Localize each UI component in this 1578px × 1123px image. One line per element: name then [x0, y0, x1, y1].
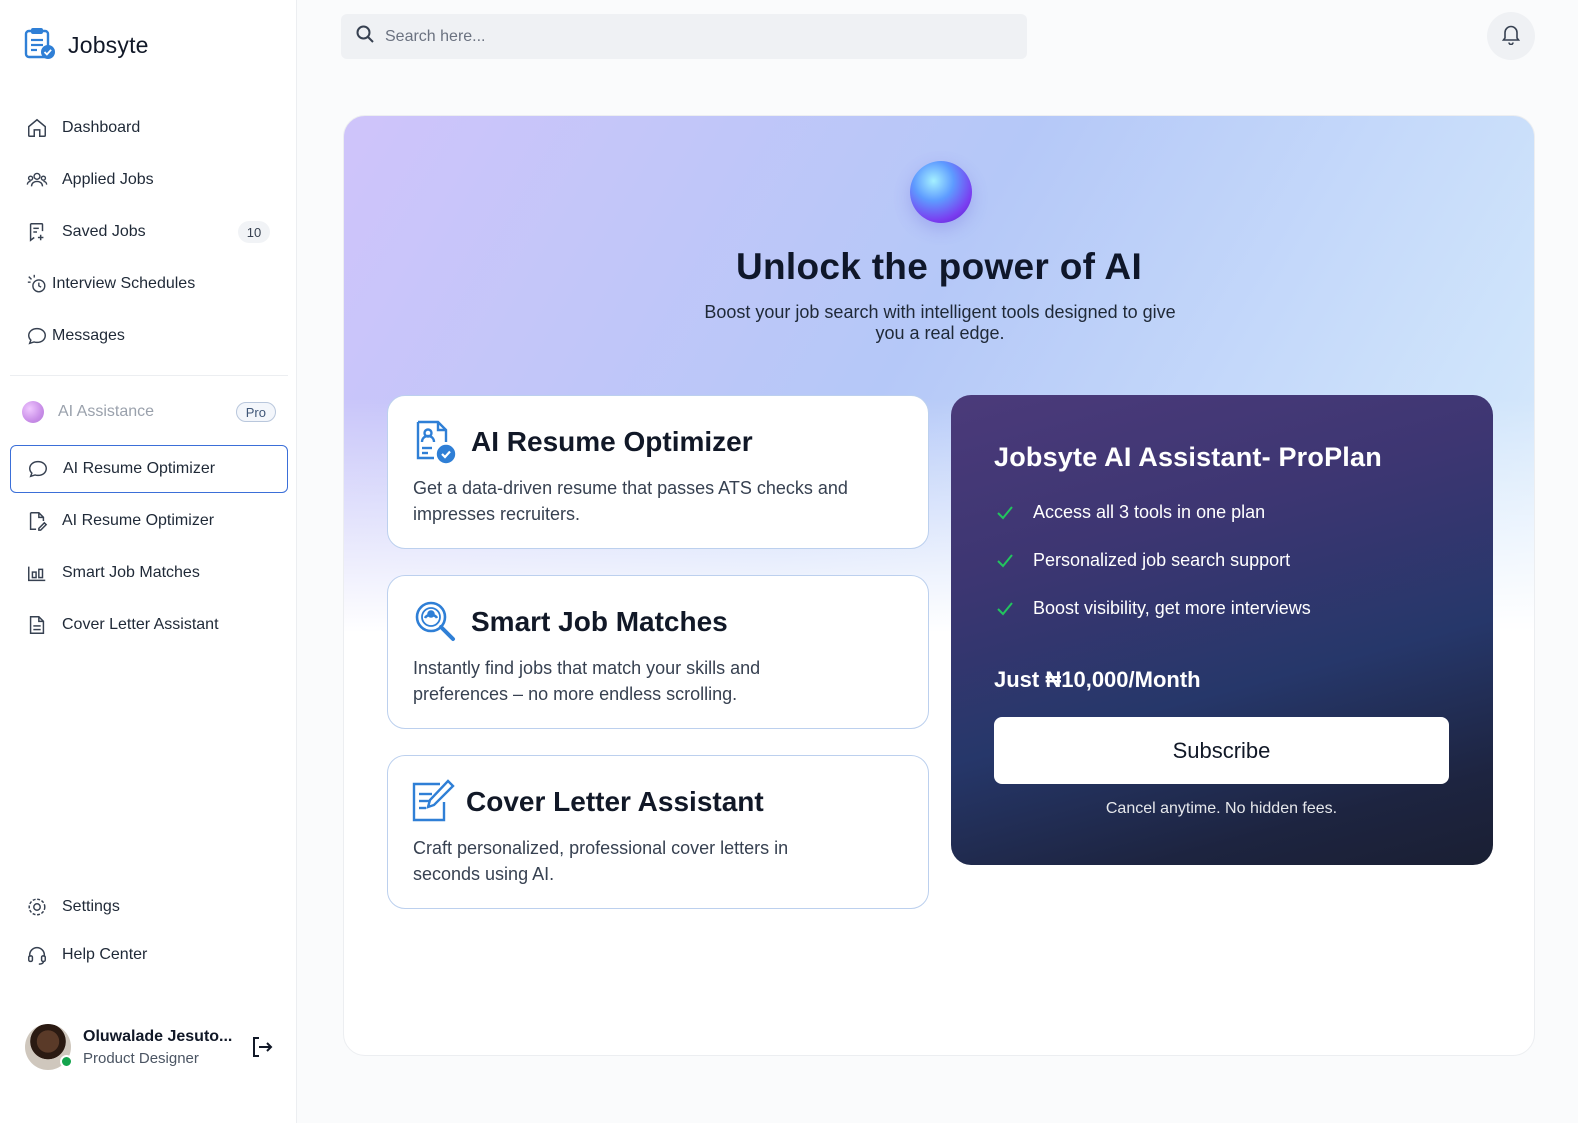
hero-subtitle: Boost your job search with intelligent t… — [704, 302, 1176, 343]
ai-upsell-panel: Unlock the power of AI Boost your job se… — [343, 115, 1535, 1056]
chart-icon — [26, 562, 48, 584]
sidebar-item-cover-letter-assistant[interactable]: Cover Letter Assistant — [10, 601, 288, 649]
sidebar-item-applied-jobs[interactable]: Applied Jobs — [10, 156, 288, 204]
plan-fine-print: Cancel anytime. No hidden fees. — [1105, 800, 1338, 817]
notifications-button[interactable] — [1487, 12, 1535, 60]
feature-title: Smart Job Matches — [471, 606, 728, 637]
sidebar-item-label: Saved Jobs — [62, 223, 146, 240]
sidebar-item-help-center[interactable]: Help Center — [10, 931, 288, 979]
bookmark-plus-icon — [26, 221, 48, 243]
search-bar[interactable] — [341, 14, 1027, 59]
chat-icon — [26, 325, 48, 347]
search-icon — [355, 24, 375, 49]
feature-description: Instantly find jobs that match your skil… — [413, 658, 761, 704]
app-name: Jobsyte — [68, 32, 149, 58]
user-profile[interactable]: Oluwalade Jesuto... Product Designer — [25, 1024, 275, 1070]
sidebar-item-label: Interview Schedules — [52, 275, 196, 292]
app-root: Jobsyte Dashboard Applied Jobs Saved Job… — [0, 0, 1578, 1123]
ai-orb-icon — [910, 161, 972, 223]
feature-title: Cover Letter Assistant — [466, 786, 764, 817]
avatar — [25, 1024, 73, 1070]
sidebar-item-ai-resume-optimizer[interactable]: AI Resume Optimizer — [10, 497, 288, 545]
sidebar-item-label: Smart Job Matches — [62, 564, 200, 581]
saved-jobs-count-badge: 10 — [238, 221, 270, 243]
gear-icon — [26, 896, 48, 918]
sidebar-item-label: AI Resume Optimizer — [62, 512, 215, 529]
edit-document-icon — [410, 778, 456, 824]
sidebar-item-saved-jobs[interactable]: Saved Jobs 10 — [10, 208, 288, 256]
feature-description: Get a data-driven resume that passes ATS… — [413, 478, 848, 524]
headset-icon — [26, 944, 48, 966]
document-edit-icon — [26, 510, 48, 532]
ai-assistance-label: AI Assistance — [58, 403, 155, 420]
ai-orb-icon — [22, 401, 44, 423]
sidebar-item-label: Dashboard — [62, 119, 141, 136]
calendar-clock-icon — [26, 273, 48, 295]
logo[interactable]: Jobsyte — [24, 26, 149, 65]
search-input[interactable] — [385, 27, 985, 46]
pro-plan-card: Jobsyte AI Assistant- ProPlan Access all… — [951, 395, 1493, 865]
user-info: Oluwalade Jesuto... Product Designer — [83, 1028, 232, 1067]
check-icon — [994, 597, 1016, 619]
sidebar-item-messages[interactable]: Messages — [10, 312, 288, 360]
sidebar-item-label: Help Center — [62, 946, 148, 963]
sidebar-item-smart-job-matches[interactable]: Smart Job Matches — [10, 549, 288, 597]
sidebar-divider — [10, 375, 288, 376]
sidebar-item-label: Cover Letter Assistant — [62, 616, 219, 633]
plan-feature-label: Personalized job search support — [1033, 549, 1291, 570]
document-icon — [26, 614, 48, 636]
feature-card-smart-job-matches[interactable]: Smart Job Matches Instantly find jobs th… — [387, 575, 929, 729]
bell-icon — [1501, 23, 1521, 50]
plan-feature-label: Access all 3 tools in one plan — [1033, 501, 1266, 522]
feature-card-cover-letter-assistant[interactable]: Cover Letter Assistant Craft personalize… — [387, 755, 929, 909]
plan-title: Jobsyte AI Assistant- ProPlan — [994, 442, 1382, 472]
logo-icon — [24, 26, 56, 65]
plan-price: Just ₦10,000/Month — [994, 667, 1201, 692]
pro-badge: Pro — [235, 402, 276, 422]
feature-title: AI Resume Optimizer — [471, 426, 753, 457]
sidebar-item-label: Messages — [52, 327, 125, 344]
plan-feature-item: Personalized job search support — [994, 549, 1290, 571]
plan-feature-label: Boost visibility, get more interviews — [1033, 597, 1311, 618]
subscribe-button[interactable]: Subscribe — [994, 717, 1449, 784]
search-match-icon — [412, 598, 458, 644]
sidebar-item-label: Settings — [62, 898, 120, 915]
user-name: Oluwalade Jesuto... — [83, 1027, 233, 1045]
sidebar-item-ai-resume-optimizer-chat[interactable]: AI Resume Optimizer — [10, 445, 288, 493]
resume-check-icon — [412, 418, 458, 464]
users-icon — [26, 169, 48, 191]
plan-feature-item: Boost visibility, get more interviews — [994, 597, 1311, 619]
sidebar: Jobsyte Dashboard Applied Jobs Saved Job… — [0, 0, 297, 1123]
home-icon — [26, 117, 48, 139]
check-icon — [994, 501, 1016, 523]
sidebar-item-settings[interactable]: Settings — [10, 883, 288, 931]
logout-icon[interactable] — [249, 1034, 275, 1060]
sidebar-item-label: AI Resume Optimizer — [63, 460, 216, 477]
feature-card-ai-resume-optimizer[interactable]: AI Resume Optimizer Get a data-driven re… — [387, 395, 929, 549]
hero-title: Unlock the power of AI — [735, 246, 1143, 287]
check-icon — [994, 549, 1016, 571]
feature-description: Craft personalized, professional cover l… — [413, 838, 789, 884]
plan-feature-item: Access all 3 tools in one plan — [994, 501, 1265, 523]
online-status-indicator — [60, 1055, 73, 1068]
user-role: Product Designer — [83, 1049, 199, 1067]
sidebar-item-interview-schedules[interactable]: Interview Schedules — [10, 260, 288, 308]
ai-assistance-section: AI Assistance Pro — [22, 401, 276, 423]
sidebar-item-dashboard[interactable]: Dashboard — [10, 104, 288, 152]
sidebar-item-label: Applied Jobs — [62, 171, 154, 188]
chat-icon — [27, 458, 49, 480]
